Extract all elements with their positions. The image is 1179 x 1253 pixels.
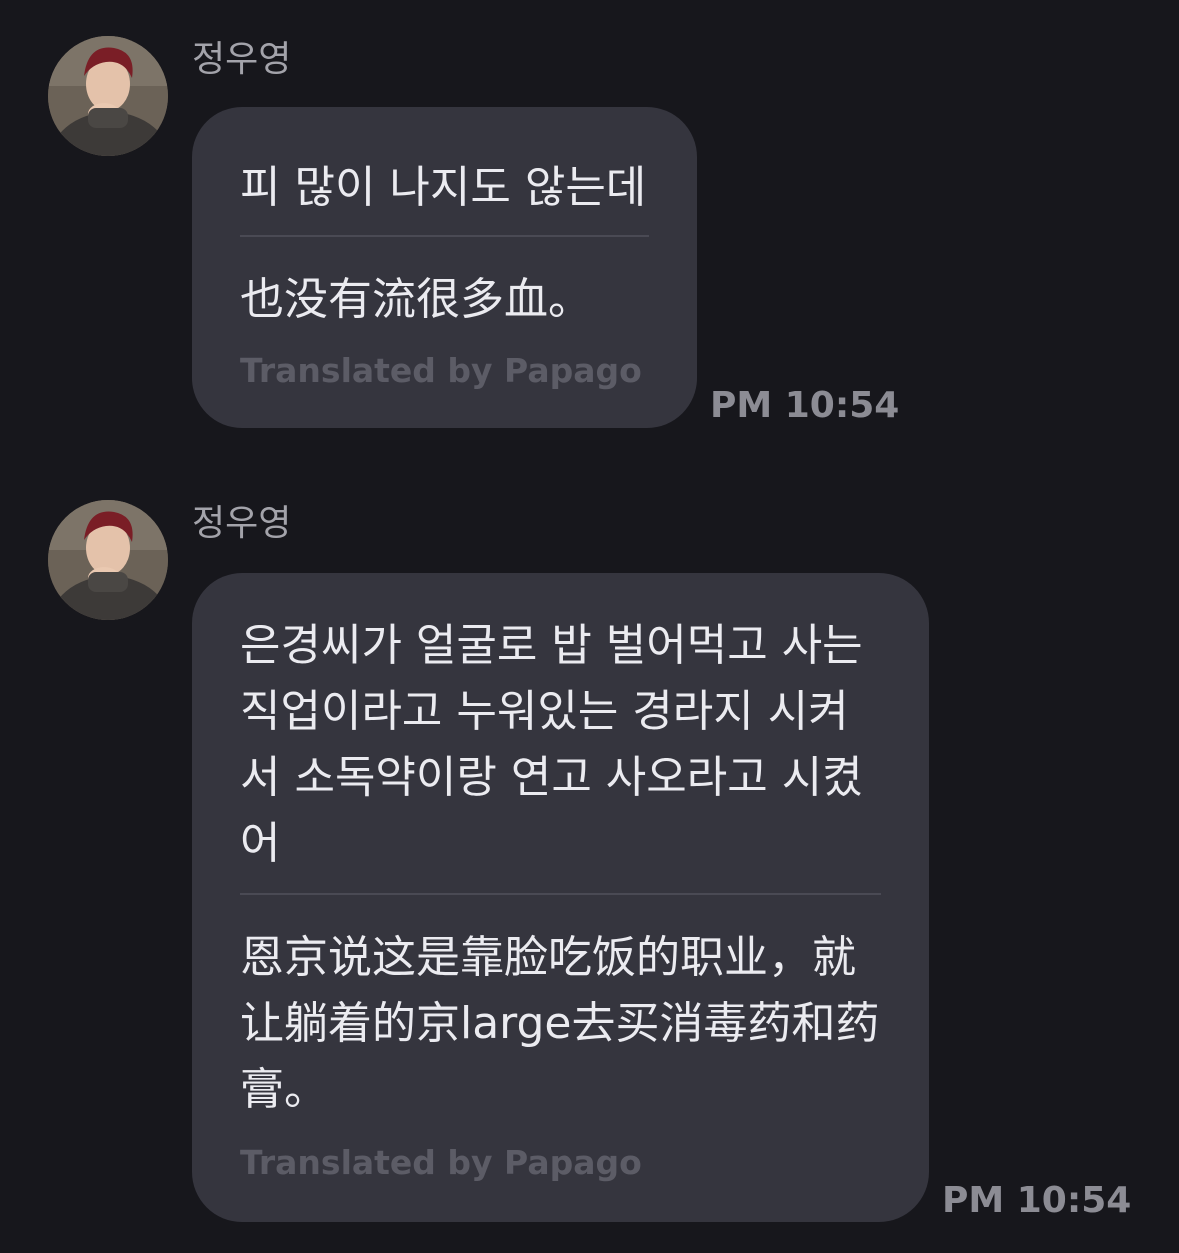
message-timestamp: PM 10:54 [710, 385, 900, 426]
message-bubble[interactable]: 피 많이 나지도 않는데 也没有流很多血。 Translated by Papa… [192, 107, 697, 428]
translation-credit: Translated by Papago [240, 351, 642, 390]
message-bubble[interactable]: 은경씨가 얼굴로 밥 벌어먹고 사는 직업이라고 누워있는 경라지 시켜서 소독… [192, 573, 929, 1222]
message-original-text: 은경씨가 얼굴로 밥 벌어먹고 사는 직업이라고 누워있는 경라지 시켜서 소독… [240, 620, 863, 869]
translation-credit: Translated by Papago [240, 1143, 642, 1182]
sender-avatar[interactable] [48, 500, 168, 620]
message-translation-text: 也没有流很多血。 [240, 274, 592, 325]
translation-divider [240, 893, 881, 895]
sender-name: 정우영 [192, 39, 292, 80]
sender-avatar[interactable] [48, 36, 168, 156]
avatar-photo-icon [48, 500, 168, 620]
sender-name: 정우영 [192, 503, 292, 544]
message-original-text: 피 많이 나지도 않는데 [240, 162, 647, 213]
message-translation-text: 恩京说这是靠脸吃饭的职业，就让躺着的京large去买消毒药和药膏。 [240, 932, 880, 1115]
translation-divider [240, 235, 649, 237]
chat-screen: 정우영 피 많이 나지도 않는데 也没有流很多血。 Translated by … [0, 0, 1179, 1253]
avatar-photo-icon [48, 36, 168, 156]
message-timestamp: PM 10:54 [942, 1180, 1132, 1221]
